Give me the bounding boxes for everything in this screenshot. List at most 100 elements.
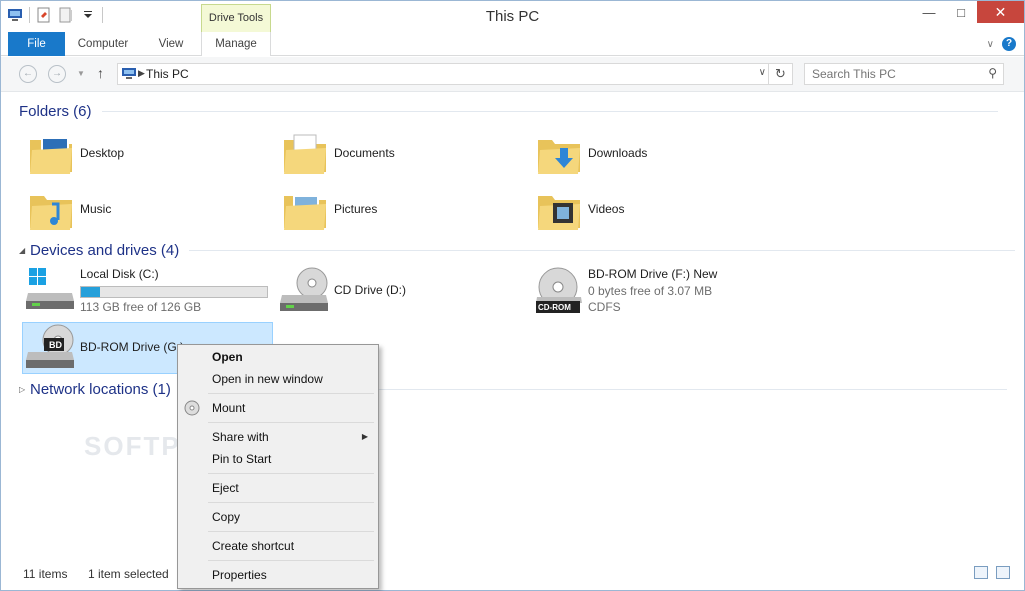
divider bbox=[101, 111, 998, 112]
folder-downloads[interactable]: Downloads bbox=[536, 130, 647, 176]
menu-item-mount[interactable]: Mount bbox=[178, 397, 378, 419]
title-bar: This PC — □ ✕ bbox=[1, 1, 1024, 32]
downloads-folder-icon bbox=[538, 140, 580, 174]
videos-folder-icon bbox=[538, 196, 580, 230]
drive-free-space: 113 GB free of 126 GB bbox=[80, 300, 202, 314]
group-title: Devices and drives (4) bbox=[30, 242, 180, 259]
drive-file-system: CDFS bbox=[588, 300, 621, 314]
view-switcher bbox=[974, 566, 1010, 579]
toolbar-divider bbox=[102, 7, 103, 23]
forward-button[interactable]: → bbox=[48, 65, 66, 83]
divider bbox=[189, 250, 1016, 251]
menu-item-open[interactable]: Open bbox=[178, 346, 378, 368]
documents-folder-icon bbox=[284, 134, 326, 174]
properties-icon[interactable] bbox=[36, 7, 52, 23]
collapse-caret-icon[interactable]: ◢ bbox=[19, 246, 25, 255]
folder-videos[interactable]: Videos bbox=[536, 186, 624, 232]
quick-access-toolbar bbox=[7, 7, 103, 23]
drive-tools-contextual-label: Drive Tools bbox=[201, 4, 271, 32]
ribbon-right-controls: ∨ ? bbox=[987, 37, 1016, 51]
expand-ribbon-icon[interactable]: ∨ bbox=[987, 39, 994, 50]
selection-count: 1 item selected bbox=[88, 567, 169, 581]
submenu-arrow-icon: ▶ bbox=[361, 432, 368, 441]
folder-music[interactable]: Music bbox=[28, 186, 111, 232]
breadcrumb-arrow-icon[interactable]: ▶ bbox=[138, 68, 145, 79]
group-header-folders[interactable]: Folders (6) bbox=[19, 103, 998, 120]
menu-item-copy[interactable]: Copy bbox=[178, 506, 378, 528]
menu-item-label: Share with bbox=[212, 430, 269, 444]
desktop-folder-icon bbox=[30, 137, 72, 174]
drive-local-disk-c[interactable]: Local Disk (C:) 113 GB free of 126 GB bbox=[22, 267, 273, 317]
menu-item-open-new-window[interactable]: Open in new window bbox=[178, 368, 378, 390]
help-icon[interactable]: ? bbox=[1002, 37, 1016, 51]
hard-drive-icon bbox=[26, 268, 74, 309]
menu-separator bbox=[208, 422, 374, 423]
recent-locations-icon[interactable]: ▼ bbox=[77, 69, 85, 78]
folder-desktop[interactable]: Desktop bbox=[28, 130, 124, 176]
ribbon-tabs: File Computer View Manage bbox=[1, 32, 1024, 56]
up-button[interactable]: ↑ bbox=[97, 65, 104, 81]
disc-icon bbox=[184, 400, 200, 416]
refresh-button[interactable]: ↻ bbox=[768, 64, 792, 84]
group-header-network[interactable]: ▷ Network locations (1) bbox=[19, 381, 1007, 398]
capacity-bar bbox=[80, 286, 268, 298]
drive-free-space: 0 bytes free of 3.07 MB bbox=[588, 284, 713, 298]
menu-item-label: Mount bbox=[212, 401, 246, 415]
drive-bd-rom-f[interactable]: CD-ROM BD-ROM Drive (F:) New 0 bytes fre… bbox=[530, 267, 781, 317]
menu-item-create-shortcut[interactable]: Create shortcut bbox=[178, 535, 378, 557]
search-box[interactable]: ⚲ bbox=[804, 63, 1004, 85]
disc-badge: CD-ROM bbox=[538, 303, 571, 312]
navigation-bar: ← → ▼ ↑ ▶ This PC ∨ ↻ ⚲ bbox=[1, 57, 1024, 92]
folder-label: Downloads bbox=[588, 146, 648, 160]
pictures-folder-icon bbox=[284, 195, 326, 230]
content-pane: Folders (6) Desktop Documents Downloads … bbox=[1, 93, 1024, 559]
search-icon[interactable]: ⚲ bbox=[988, 66, 997, 80]
address-bar[interactable]: ▶ This PC ∨ ↻ bbox=[117, 63, 793, 85]
tab-manage[interactable]: Manage bbox=[201, 32, 271, 56]
folder-label: Videos bbox=[588, 202, 625, 216]
item-count: 11 items bbox=[23, 567, 68, 581]
maximize-button[interactable]: □ bbox=[945, 1, 977, 23]
menu-separator bbox=[208, 560, 374, 561]
expand-caret-icon[interactable]: ▷ bbox=[19, 385, 25, 394]
menu-separator bbox=[208, 393, 374, 394]
group-title: Network locations (1) bbox=[30, 381, 171, 398]
drive-name: Local Disk (C:) bbox=[80, 267, 159, 281]
menu-separator bbox=[208, 502, 374, 503]
breadcrumb-this-pc[interactable]: This PC bbox=[146, 67, 189, 81]
folder-label: Documents bbox=[334, 146, 395, 160]
capacity-bar-fill bbox=[81, 287, 100, 297]
folder-label: Desktop bbox=[80, 146, 125, 160]
disc-badge: BD bbox=[49, 340, 62, 350]
minimize-button[interactable]: — bbox=[913, 1, 945, 23]
menu-item-eject[interactable]: Eject bbox=[178, 477, 378, 499]
group-header-devices[interactable]: ◢ Devices and drives (4) bbox=[19, 242, 1016, 259]
customize-toolbar-icon[interactable] bbox=[80, 7, 96, 23]
tab-file[interactable]: File bbox=[8, 32, 65, 56]
drive-cd-d[interactable]: CD Drive (D:) bbox=[276, 267, 527, 317]
folder-label: Pictures bbox=[334, 202, 378, 216]
window-controls: — □ ✕ bbox=[913, 1, 1024, 23]
drive-name: CD Drive (D:) bbox=[334, 283, 406, 297]
status-bar: 11 items 1 item selected bbox=[1, 559, 1024, 590]
new-folder-icon[interactable] bbox=[58, 7, 74, 23]
cd-drive-icon bbox=[280, 267, 328, 311]
tab-computer[interactable]: Computer bbox=[69, 32, 137, 56]
menu-item-pin-to-start[interactable]: Pin to Start bbox=[178, 448, 378, 470]
menu-separator bbox=[208, 473, 374, 474]
folder-documents[interactable]: Documents bbox=[282, 130, 395, 176]
tab-view[interactable]: View bbox=[143, 32, 199, 56]
close-button[interactable]: ✕ bbox=[977, 1, 1024, 23]
large-icons-view-icon[interactable] bbox=[996, 566, 1010, 579]
computer-icon[interactable] bbox=[7, 7, 23, 23]
drive-name: BD-ROM Drive (G:) bbox=[80, 340, 184, 354]
folder-pictures[interactable]: Pictures bbox=[282, 186, 377, 232]
computer-icon bbox=[121, 67, 137, 80]
address-dropdown-icon[interactable]: ∨ bbox=[759, 67, 766, 78]
menu-item-share-with[interactable]: Share with ▶ bbox=[178, 426, 378, 448]
details-view-icon[interactable] bbox=[974, 566, 988, 579]
context-menu: Open Open in new window Mount Share with… bbox=[177, 344, 379, 589]
search-input[interactable] bbox=[805, 64, 975, 84]
back-button[interactable]: ← bbox=[19, 65, 37, 83]
menu-item-properties[interactable]: Properties bbox=[178, 564, 378, 586]
